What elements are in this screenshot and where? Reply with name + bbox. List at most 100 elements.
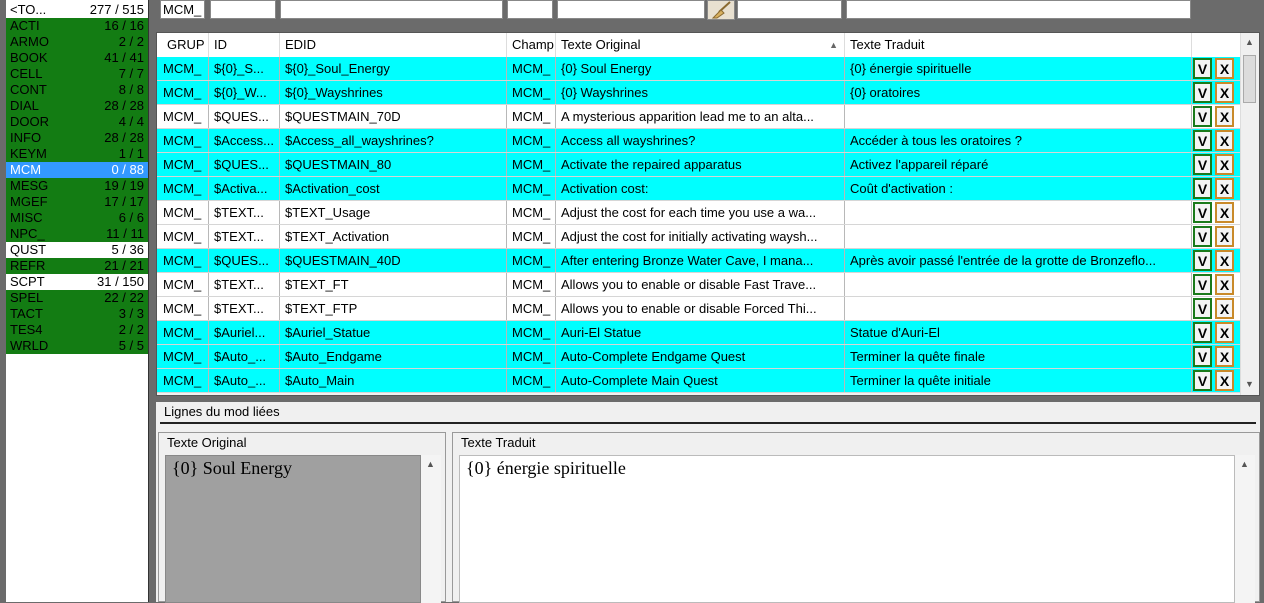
reject-button[interactable]: X [1215,370,1234,391]
cell-trad[interactable]: {0} énergie spirituelle [846,57,1192,80]
cell-edid[interactable]: $QUESTMAIN_40D [281,249,507,272]
table-row[interactable]: MCM_ ${0}_S... ${0}_Soul_Energy MCM_ {0} Sou… [157,57,1241,81]
validate-button[interactable]: V [1193,178,1212,199]
cell-id[interactable]: $Auto_... [210,345,280,368]
category-list[interactable]: <TO... 277 / 515 ACTI 16 / 16 ARMO 2 / 2 BOOK 4… [6,0,149,602]
col-header-orig[interactable]: Texte Original ▲ [557,33,845,57]
table-row[interactable]: MCM_ ${0}_W... ${0}_Wayshrines MCM_ {0} Ways… [157,81,1241,105]
category-item[interactable]: DIAL 28 / 28 [6,98,148,114]
category-item[interactable]: DOOR 4 / 4 [6,114,148,130]
trad-textarea[interactable]: {0} énergie spirituelle [459,455,1235,603]
cell-trad[interactable]: Coût d'activation : [846,177,1192,200]
cell-id[interactable]: ${0}_W... [210,81,280,104]
cell-grup[interactable]: MCM_ [159,225,209,248]
reject-button[interactable]: X [1215,346,1234,367]
filter-orig-input[interactable] [557,0,705,19]
table-row[interactable]: MCM_ $TEXT... $TEXT_FTP MCM_ Allows you to e… [157,297,1241,321]
category-item[interactable]: SPEL 22 / 22 [6,290,148,306]
cell-orig[interactable]: After entering Bronze Water Cave, I mana… [557,249,845,272]
reject-button[interactable]: X [1215,82,1234,103]
cell-trad[interactable] [846,201,1192,224]
validate-button[interactable]: V [1193,58,1212,79]
clear-filter-button[interactable] [707,0,735,20]
cell-champ[interactable]: MCM_ [508,177,556,200]
category-item[interactable]: CONT 8 / 8 [6,82,148,98]
cell-grup[interactable]: MCM_ [159,57,209,80]
category-item[interactable]: MCM 0 / 88 [6,162,148,178]
reject-button[interactable]: X [1215,226,1234,247]
scroll-up-icon[interactable]: ▲ [426,459,435,469]
cell-trad[interactable]: Après avoir passé l'entrée de la grotte … [846,249,1192,272]
cell-grup[interactable]: MCM_ [159,177,209,200]
cell-trad[interactable] [846,105,1192,128]
validate-button[interactable]: V [1193,250,1212,271]
category-item[interactable]: MISC 6 / 6 [6,210,148,226]
category-item[interactable]: CELL 7 / 7 [6,66,148,82]
validate-button[interactable]: V [1193,346,1212,367]
scroll-down-icon[interactable]: ▼ [1245,379,1254,389]
cell-edid[interactable]: $Access_all_wayshrines? [281,129,507,152]
scroll-thumb[interactable] [1243,55,1256,103]
reject-button[interactable]: X [1215,154,1234,175]
category-item[interactable]: NPC_ 11 / 11 [6,226,148,242]
category-item[interactable]: QUST 5 / 36 [6,242,148,258]
category-item[interactable]: REFR 21 / 21 [6,258,148,274]
cell-trad[interactable] [846,297,1192,320]
col-header-grup[interactable]: GRUP [163,33,209,57]
cell-id[interactable]: $Access... [210,129,280,152]
validate-button[interactable]: V [1193,298,1212,319]
validate-button[interactable]: V [1193,106,1212,127]
cell-trad[interactable]: Activez l'appareil réparé [846,153,1192,176]
cell-grup[interactable]: MCM_ [159,249,209,272]
cell-champ[interactable]: MCM_ [508,369,556,392]
col-header-id[interactable]: ID [210,33,280,57]
cell-orig[interactable]: Auto-Complete Main Quest [557,369,845,392]
reject-button[interactable]: X [1215,250,1234,271]
cell-id[interactable]: $Auriel... [210,321,280,344]
orig-scrollbar[interactable]: ▲ [421,455,441,603]
cell-grup[interactable]: MCM_ [159,129,209,152]
cell-champ[interactable]: MCM_ [508,57,556,80]
cell-trad[interactable]: Terminer la quête initiale [846,369,1192,392]
reject-button[interactable]: X [1215,274,1234,295]
filter-champ-input[interactable] [507,0,553,19]
cell-orig[interactable]: {0} Wayshrines [557,81,845,104]
cell-edid[interactable]: $Auto_Endgame [281,345,507,368]
filter-edid-input[interactable] [280,0,503,19]
cell-grup[interactable]: MCM_ [159,321,209,344]
cell-grup[interactable]: MCM_ [159,201,209,224]
cell-id[interactable]: ${0}_S... [210,57,280,80]
cell-grup[interactable]: MCM_ [159,153,209,176]
validate-button[interactable]: V [1193,274,1212,295]
cell-orig[interactable]: Activate the repaired apparatus [557,153,845,176]
table-row[interactable]: MCM_ $QUES... $QUESTMAIN_80 MCM_ Activate th… [157,153,1241,177]
category-item[interactable]: WRLD 5 / 5 [6,338,148,354]
cell-orig[interactable]: Auto-Complete Endgame Quest [557,345,845,368]
cell-champ[interactable]: MCM_ [508,129,556,152]
cell-orig[interactable]: Adjust the cost for initially activating… [557,225,845,248]
cell-champ[interactable]: MCM_ [508,201,556,224]
validate-button[interactable]: V [1193,322,1212,343]
cell-champ[interactable]: MCM_ [508,345,556,368]
cell-trad[interactable]: {0} oratoires [846,81,1192,104]
col-header-edid[interactable]: EDID [281,33,507,57]
category-item[interactable]: KEYM 1 / 1 [6,146,148,162]
category-item[interactable]: TES4 2 / 2 [6,322,148,338]
table-row[interactable]: MCM_ $Access... $Access_all_wayshrines? MCM… [157,129,1241,153]
filter-trad-input[interactable] [846,0,1191,19]
table-row[interactable]: MCM_ $TEXT... $TEXT_FT MCM_ Allows you to en… [157,273,1241,297]
filter-orig-extra-input[interactable] [737,0,842,19]
cell-id[interactable]: $QUES... [210,105,280,128]
cell-orig[interactable]: Auri-El Statue [557,321,845,344]
filter-id-input[interactable] [210,0,276,19]
category-item[interactable]: MGEF 17 / 17 [6,194,148,210]
col-header-trad[interactable]: Texte Traduit [846,33,1192,57]
table-row[interactable]: MCM_ $Auto_... $Auto_Endgame MCM_ Auto-Compl… [157,345,1241,369]
table-row[interactable]: MCM_ $Auriel... $Auriel_Statue MCM_ Auri-El … [157,321,1241,345]
cell-id[interactable]: $Auto_... [210,369,280,392]
cell-champ[interactable]: MCM_ [508,249,556,272]
cell-edid[interactable]: $TEXT_Activation [281,225,507,248]
trad-scrollbar[interactable]: ▲ [1235,455,1255,603]
reject-button[interactable]: X [1215,58,1234,79]
table-row[interactable]: MCM_ $Auto_... $Auto_Main MCM_ Auto-Complete… [157,369,1241,393]
